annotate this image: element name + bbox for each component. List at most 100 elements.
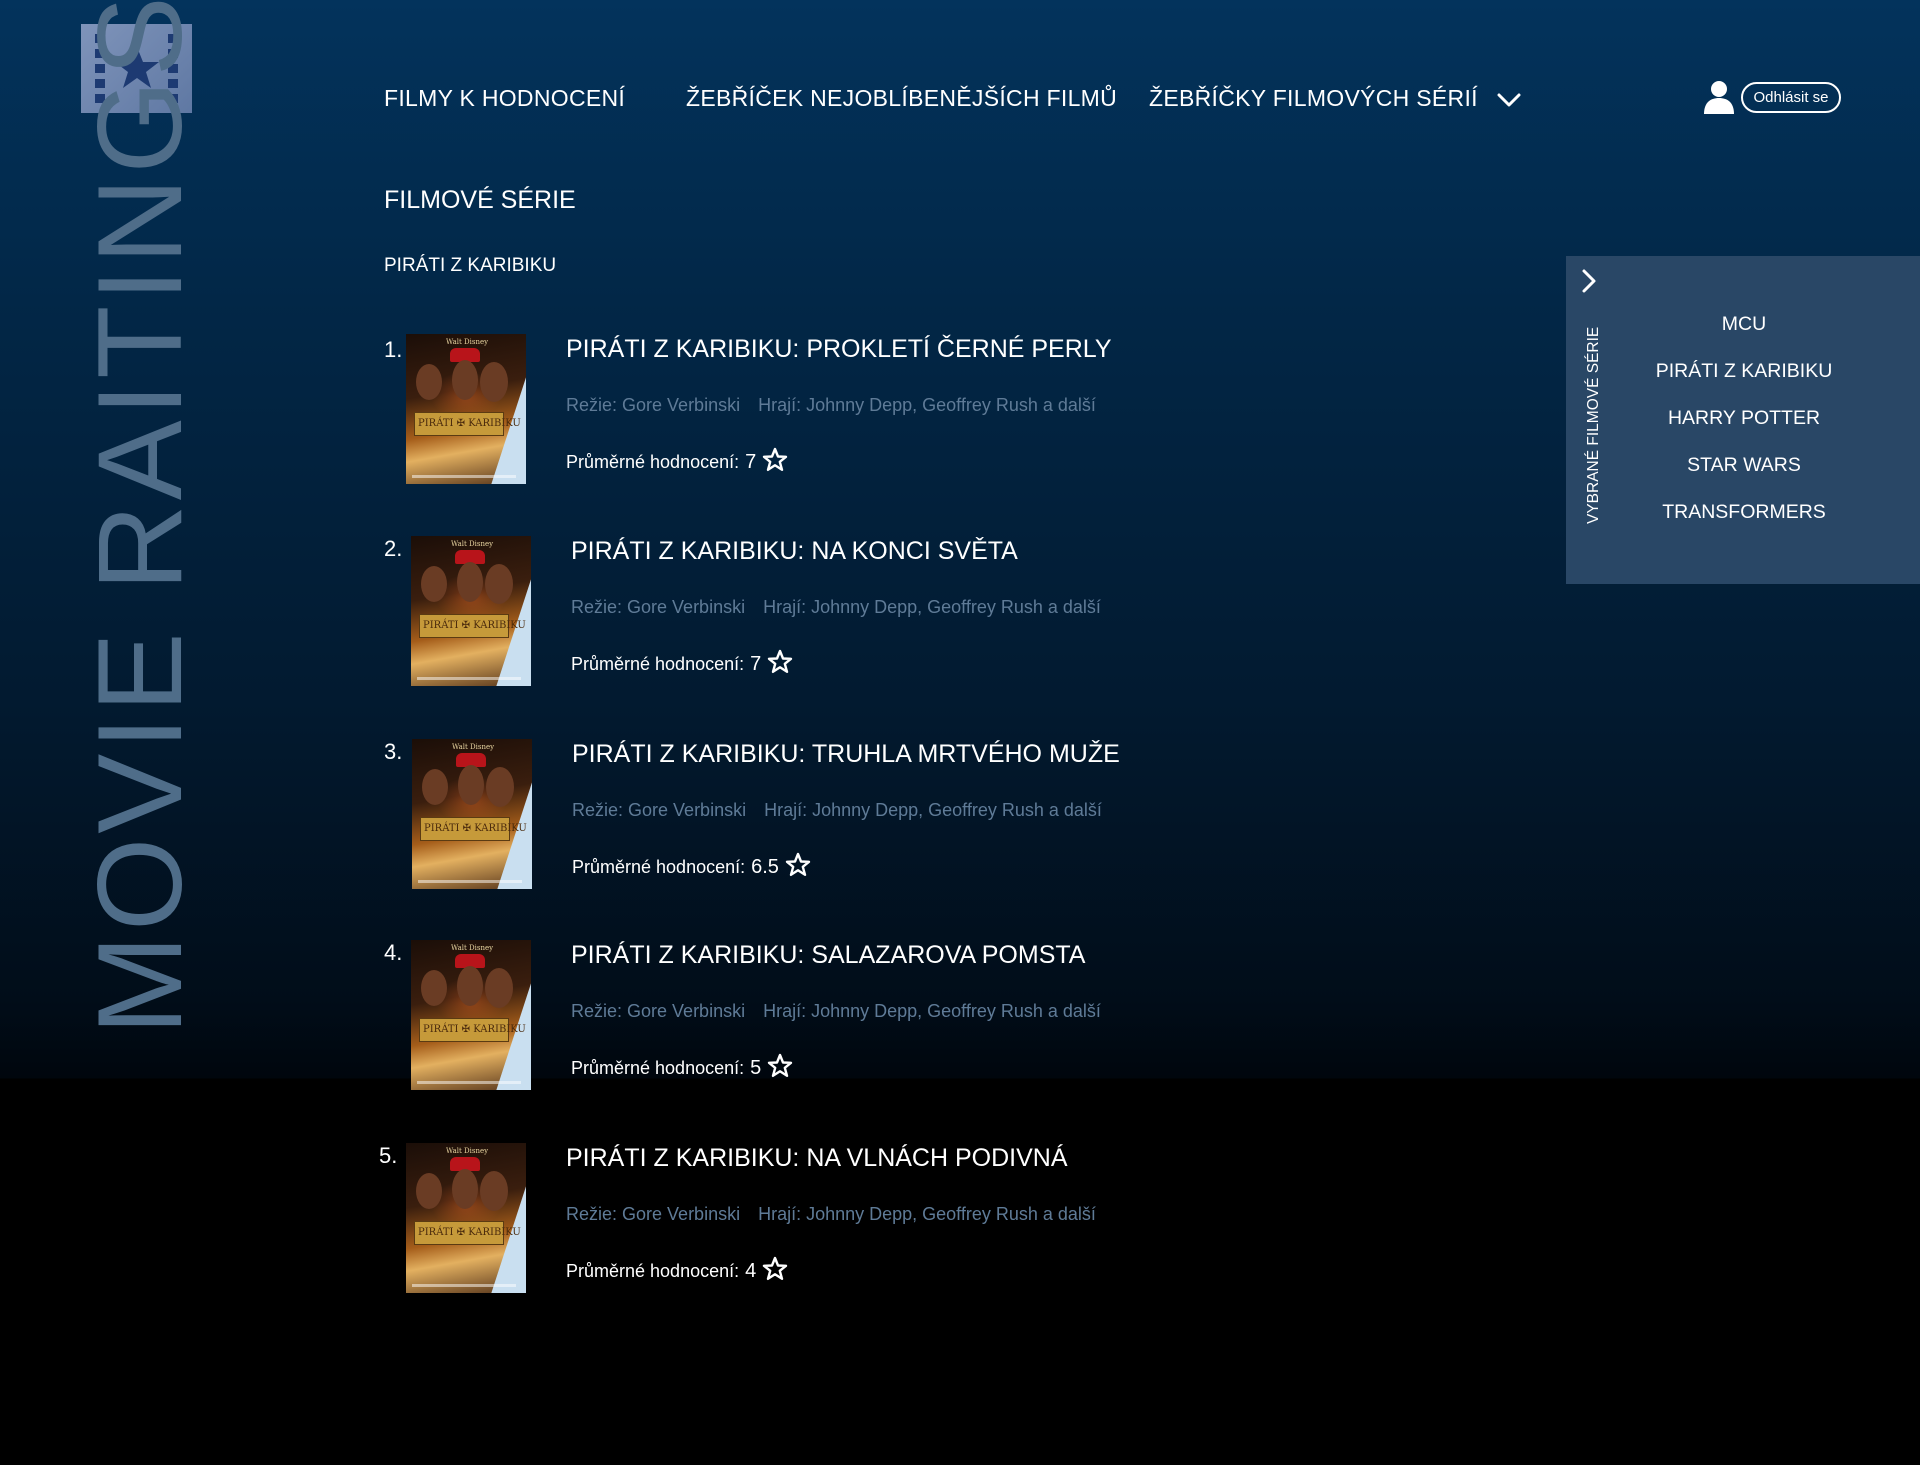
- movie-item[interactable]: 4. Walt Disney PIRÁTI ✠ KARIBIKU PIRÁTI …: [0, 940, 1200, 1095]
- poster-figure: [452, 1169, 478, 1209]
- user-icon[interactable]: [1703, 80, 1735, 114]
- movie-poster[interactable]: Walt Disney PIRÁTI ✠ KARIBIKU: [406, 334, 526, 484]
- movie-title[interactable]: PIRÁTI Z KARIBIKU: PROKLETÍ ČERNÉ PERLY: [566, 335, 1112, 364]
- nav-movies-to-rate[interactable]: FILMY K HODNOCENÍ: [384, 82, 625, 114]
- poster-figure: [422, 769, 448, 805]
- movie-poster[interactable]: Walt Disney PIRÁTI ✠ KARIBIKU: [411, 940, 531, 1090]
- series-title: PIRÁTI Z KARIBIKU: [384, 255, 557, 276]
- rating-value: 4: [745, 1260, 757, 1282]
- rating-label: Průměrné hodnocení:: [566, 1261, 740, 1281]
- sidebar-item-transformers[interactable]: TRANSFORMERS: [1644, 499, 1844, 525]
- movie-meta: Režie: Gore Verbinski Hrají: Johnny Depp,…: [566, 395, 1096, 416]
- nav-label: FILMY K HODNOCENÍ: [384, 85, 626, 111]
- poster-banner-text: PIRÁTI ✠ KARIBIKU: [423, 1024, 526, 1035]
- movie-item[interactable]: 3. Walt Disney PIRÁTI ✠ KARIBIKU PIRÁTI …: [0, 739, 1200, 894]
- movie-rank: 5.: [379, 1143, 398, 1168]
- logout-button[interactable]: Odhlásit se: [1741, 82, 1841, 113]
- panel-label: VYBRANÉ FILMOVÉ SÉRIE: [1585, 326, 1602, 524]
- poster-studio: Walt Disney: [451, 540, 494, 548]
- rating-label: Průměrné hodnocení:: [571, 1058, 745, 1078]
- star-icon: [763, 1256, 788, 1280]
- rating-value: 6.5: [751, 856, 779, 878]
- sidebar-item-harry-potter[interactable]: HARRY POTTER: [1644, 405, 1844, 431]
- movie-rank: 1.: [384, 337, 403, 362]
- poster-figure: [480, 362, 508, 402]
- star-icon: [785, 852, 811, 876]
- poster-studio: Walt Disney: [452, 743, 495, 751]
- star-icon: [763, 447, 788, 471]
- sidebar-item-pirates[interactable]: PIRÁTI Z KARIBIKU: [1644, 358, 1844, 384]
- poster-banner-text: PIRÁTI ✠ KARIBIKU: [418, 1227, 521, 1238]
- movie-director: Režie: Gore Verbinski: [572, 800, 747, 820]
- poster-banner-text: PIRÁTI ✠ KARIBIKU: [418, 418, 521, 429]
- movie-title[interactable]: PIRÁTI Z KARIBIKU: NA VLNÁCH PODIVNÁ: [566, 1144, 1068, 1173]
- movie-rank: 2.: [384, 536, 403, 561]
- movie-director: Režie: Gore Verbinski: [571, 1001, 746, 1021]
- movie-cast: Hrají: Johnny Depp, Geoffrey Rush a dalš…: [763, 1001, 1101, 1021]
- poster-figure: [480, 1171, 508, 1211]
- movie-item[interactable]: 1. Walt Disney PIRÁTI ✠ KARIBIKU PIRÁTI …: [0, 334, 1200, 489]
- movie-rating: Průměrné hodnocení: 7: [571, 649, 793, 676]
- poster-stripe: [490, 536, 531, 686]
- nav-label: ŽEBŘÍČEK NEJOBLÍBENĚJŠÍCH FILMŮ: [686, 85, 1118, 111]
- movie-rank: 3.: [384, 739, 403, 764]
- series-side-panel: VYBRANÉ FILMOVÉ SÉRIE MCU PIRÁTI Z KARIB…: [1566, 256, 1920, 584]
- movie-meta: Režie: Gore Verbinski Hrají: Johnny Depp,…: [571, 597, 1101, 618]
- movie-meta: Režie: Gore Verbinski Hrají: Johnny Depp,…: [571, 1001, 1101, 1022]
- poster-banner-text: PIRÁTI ✠ KARIBIKU: [424, 823, 527, 834]
- movie-director: Režie: Gore Verbinski: [571, 597, 746, 617]
- poster-figure: [458, 765, 484, 805]
- star-icon: [768, 649, 793, 673]
- poster-stripe: [485, 1143, 526, 1293]
- movie-title[interactable]: PIRÁTI Z KARIBIKU: SALAZAROVA POMSTA: [571, 941, 1085, 970]
- sidebar-item-star-wars[interactable]: STAR WARS: [1644, 452, 1844, 478]
- page-title: FILMOVÉ SÉRIE: [384, 186, 576, 214]
- poster-banner-text: PIRÁTI ✠ KARIBIKU: [423, 620, 526, 631]
- poster-footer: [412, 475, 516, 478]
- star-icon: [768, 1053, 793, 1077]
- nav-series-rankings[interactable]: ŽEBŘÍČKY FILMOVÝCH SÉRIÍ: [1149, 82, 1521, 114]
- sidebar-item-mcu[interactable]: MCU: [1644, 311, 1844, 337]
- poster-figure: [457, 562, 483, 602]
- rating-value: 7: [750, 653, 762, 675]
- poster-figure: [485, 968, 513, 1008]
- poster-studio: Walt Disney: [446, 1147, 489, 1155]
- poster-figure: [416, 1173, 442, 1209]
- movie-cast: Hrají: Johnny Depp, Geoffrey Rush a dalš…: [764, 800, 1102, 820]
- movie-poster[interactable]: Walt Disney PIRÁTI ✠ KARIBIKU: [411, 536, 531, 686]
- movie-poster[interactable]: Walt Disney PIRÁTI ✠ KARIBIKU: [412, 739, 532, 889]
- rating-label: Průměrné hodnocení:: [571, 654, 745, 674]
- poster-figure: [421, 970, 447, 1006]
- movie-title[interactable]: PIRÁTI Z KARIBIKU: NA KONCI SVĚTA: [571, 537, 1018, 566]
- movie-rank: 4.: [384, 940, 403, 965]
- poster-stripe: [491, 739, 532, 889]
- movie-director: Režie: Gore Verbinski: [566, 1204, 741, 1224]
- poster-footer: [412, 1284, 516, 1287]
- chevron-right-icon[interactable]: [1580, 268, 1598, 294]
- movie-cast: Hrají: Johnny Depp, Geoffrey Rush a dalš…: [758, 1204, 1096, 1224]
- nav-favorite-movies-ranking[interactable]: ŽEBŘÍČEK NEJOBLÍBENĚJŠÍCH FILMŮ: [686, 82, 1117, 114]
- movie-title[interactable]: PIRÁTI Z KARIBIKU: TRUHLA MRTVÉHO MUŽE: [572, 740, 1120, 769]
- movie-rating: Průměrné hodnocení: 4: [566, 1256, 788, 1283]
- poster-stripe: [485, 334, 526, 484]
- movie-meta: Režie: Gore Verbinski Hrají: Johnny Depp,…: [566, 1204, 1096, 1225]
- poster-footer: [417, 1081, 521, 1084]
- poster-figure: [452, 360, 478, 400]
- poster-figure: [416, 364, 442, 400]
- movie-item[interactable]: 5. Walt Disney PIRÁTI ✠ KARIBIKU PIRÁTI …: [0, 1143, 1200, 1298]
- poster-footer: [418, 880, 522, 883]
- movie-cast: Hrají: Johnny Depp, Geoffrey Rush a dalš…: [763, 597, 1101, 617]
- movie-rating: Průměrné hodnocení: 5: [571, 1053, 793, 1080]
- rating-label: Průměrné hodnocení:: [566, 452, 740, 472]
- movie-poster[interactable]: Walt Disney PIRÁTI ✠ KARIBIKU: [406, 1143, 526, 1293]
- rating-value: 7: [745, 451, 757, 473]
- poster-stripe: [490, 940, 531, 1090]
- poster-footer: [417, 677, 521, 680]
- movie-director: Režie: Gore Verbinski: [566, 395, 741, 415]
- poster-figure: [486, 767, 514, 807]
- poster-figure: [421, 566, 447, 602]
- poster-studio: Walt Disney: [446, 338, 489, 346]
- movie-item[interactable]: 2. Walt Disney PIRÁTI ✠ KARIBIKU PIRÁTI …: [0, 536, 1200, 691]
- poster-figure: [457, 966, 483, 1006]
- chevron-down-icon: [1497, 93, 1521, 107]
